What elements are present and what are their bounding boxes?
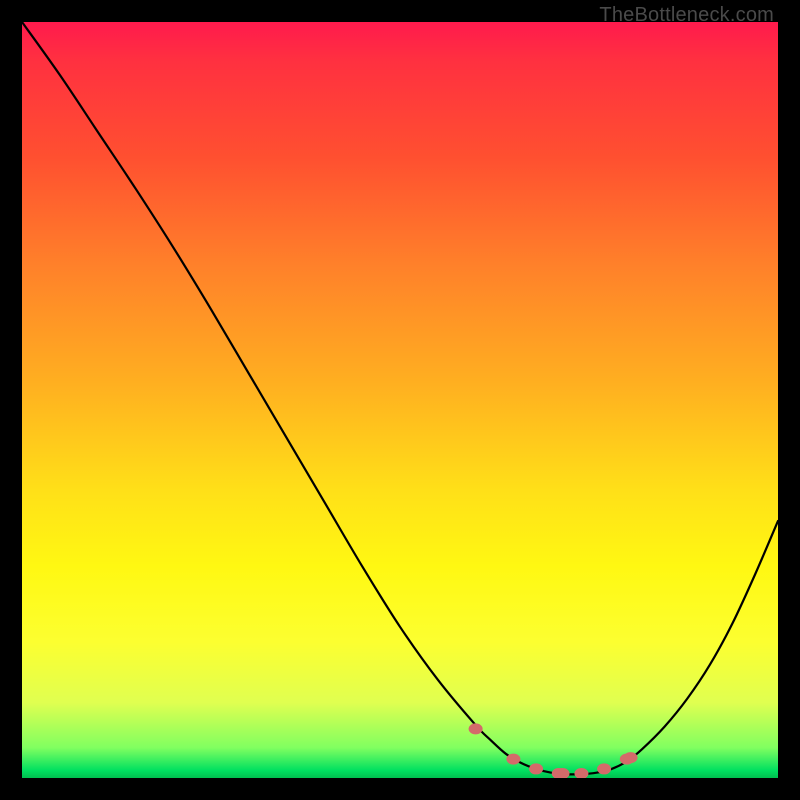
marker-dot	[624, 752, 638, 763]
chart-svg	[22, 22, 778, 778]
marker-dot	[597, 763, 611, 774]
bottleneck-curve	[22, 22, 778, 774]
marker-dot	[574, 768, 588, 778]
marker-dot	[469, 723, 483, 734]
marker-dot	[506, 754, 520, 765]
watermark-text: TheBottleneck.com	[599, 4, 774, 27]
marker-dot	[529, 763, 543, 774]
main-curve-group	[22, 22, 778, 774]
